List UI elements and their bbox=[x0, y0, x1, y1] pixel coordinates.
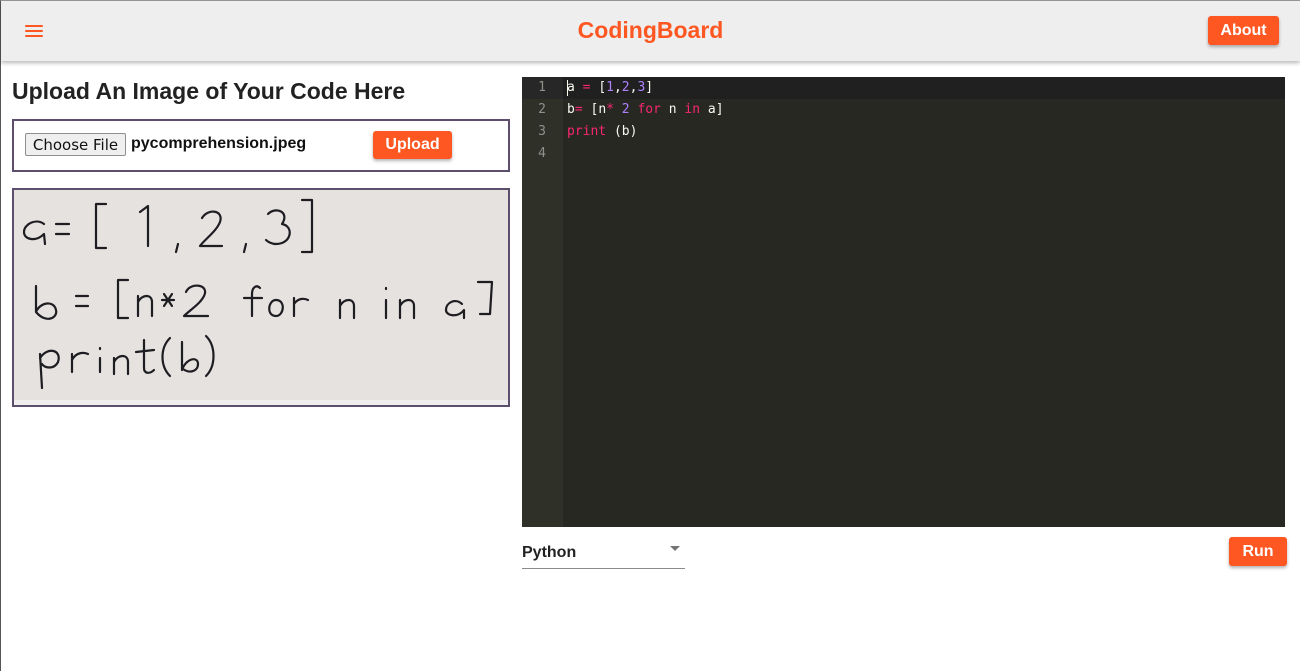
language-selected-value: Python bbox=[522, 544, 577, 561]
uploaded-image-preview bbox=[12, 188, 510, 407]
line-number: 2 bbox=[538, 102, 546, 117]
upload-heading: Upload An Image of Your Code Here bbox=[12, 78, 406, 104]
code-line[interactable]: a = [1,2,3] bbox=[567, 80, 653, 95]
text-cursor bbox=[567, 80, 568, 96]
app-bar: CodingBoard About bbox=[1, 1, 1300, 61]
upload-form: Choose File pycomprehension.jpeg Upload bbox=[12, 119, 510, 172]
choose-file-button[interactable]: Choose File bbox=[25, 133, 126, 156]
line-number: 4 bbox=[538, 146, 546, 161]
dropdown-arrow-icon bbox=[670, 546, 680, 551]
hamburger-menu-icon[interactable] bbox=[25, 25, 43, 39]
upload-button[interactable]: Upload bbox=[373, 131, 452, 159]
about-button[interactable]: About bbox=[1208, 16, 1279, 45]
code-editor[interactable]: 1 2 3 4 a = [1,2,3] b= [n* 2 for n in a]… bbox=[522, 77, 1285, 527]
line-number: 1 bbox=[538, 80, 546, 95]
selected-file-name: pycomprehension.jpeg bbox=[131, 135, 307, 152]
line-number: 3 bbox=[538, 124, 546, 139]
brand-title: CodingBoard bbox=[577, 17, 724, 43]
run-button[interactable]: Run bbox=[1229, 537, 1287, 566]
editor-gutter bbox=[522, 77, 563, 527]
handwritten-code-image bbox=[14, 190, 508, 405]
language-select[interactable]: Python bbox=[522, 539, 685, 569]
code-line[interactable]: b= [n* 2 for n in a] bbox=[567, 102, 724, 117]
code-line[interactable]: print (b) bbox=[567, 124, 637, 139]
